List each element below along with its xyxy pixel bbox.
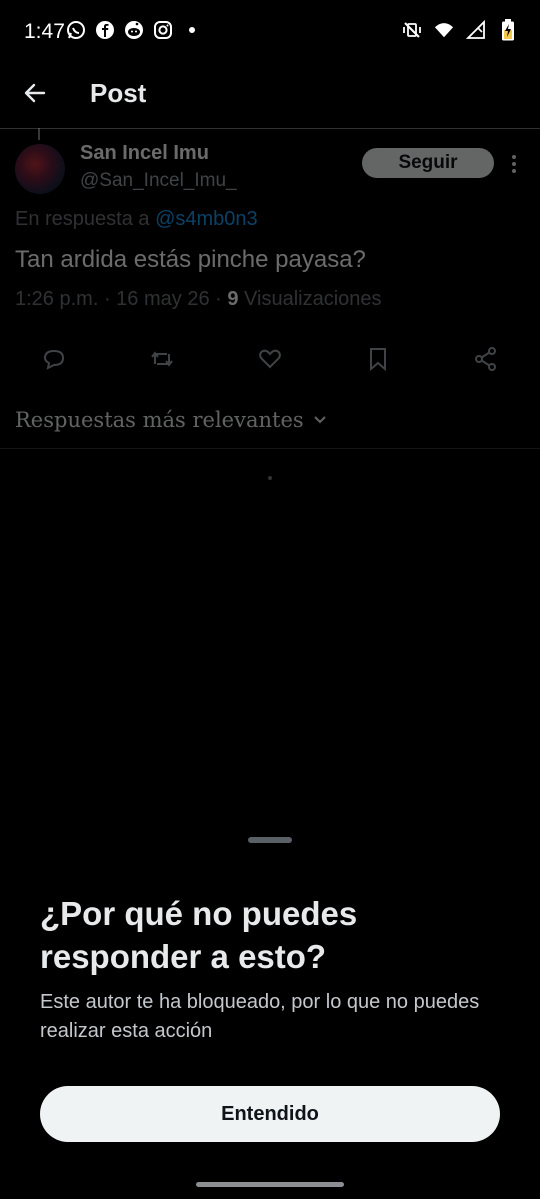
tweet-detail: San Incel Imu @San_Incel_Imu_ Seguir En … [0,128,540,450]
sheet-drag-handle[interactable] [248,837,292,843]
more-options-icon[interactable] [510,154,518,174]
reddit-icon [124,20,144,40]
replying-to: En respuesta a @s4mb0n3 [15,208,258,231]
sheet-body: Este autor te ha bloqueado, por lo que n… [40,991,480,1042]
author-handle[interactable]: @San_Incel_Imu_ [80,170,237,192]
status-bar: 1:47 [0,0,540,62]
battery-charging-icon [498,19,518,41]
loading-dot [268,476,272,480]
replies-sort-dropdown[interactable]: Respuestas más relevantes [15,408,328,432]
status-notification-icons [66,20,202,40]
retweet-icon[interactable] [149,346,175,372]
whatsapp-icon [66,20,86,40]
wifi-icon [434,20,454,40]
share-icon[interactable] [473,346,499,372]
replying-mention-link[interactable]: @s4mb0n3 [155,208,258,230]
views-count: 9 [227,288,239,310]
tweet-text: Tan ardida estás pinche payasa? [15,246,366,273]
tweet-date: 16 may 26 [116,288,210,310]
reply-icon[interactable] [41,346,67,372]
replying-prefix: En respuesta a [15,208,150,230]
understood-button[interactable]: Entendido [40,1086,500,1142]
back-arrow-icon[interactable] [20,78,50,108]
divider [0,448,540,449]
facebook-icon [95,20,115,40]
bottom-sheet: ¿Por qué no puedes responder a esto? Est… [0,812,540,1199]
like-icon[interactable] [257,346,283,372]
avatar[interactable] [15,144,65,194]
notification-dot-icon [182,20,202,40]
author-display-name[interactable]: San Incel Imu [80,142,209,165]
replies-sort-label: Respuestas más relevantes [15,408,304,432]
chevron-down-icon [312,408,328,432]
page-title: Post [90,78,147,108]
top-app-bar: Post [0,62,540,129]
bookmark-icon[interactable] [365,346,391,372]
tweet-time: 1:26 p.m. [15,288,99,310]
views-label: Visualizaciones [244,288,382,310]
status-time: 1:47 [24,20,65,43]
follow-button[interactable]: Seguir [362,148,494,178]
tweet-meta: 1:26 p.m. · 16 may 26 · 9 Visualizacione… [15,288,382,310]
status-system-icons [402,19,518,41]
sheet-title: ¿Por qué no puedes responder a esto? [40,895,358,975]
tweet-actions [0,342,540,376]
vibrate-mute-icon [402,20,422,40]
signal-icon [466,20,486,40]
instagram-icon [153,20,173,40]
thread-connector [38,128,40,140]
gesture-nav-bar[interactable] [196,1182,344,1187]
